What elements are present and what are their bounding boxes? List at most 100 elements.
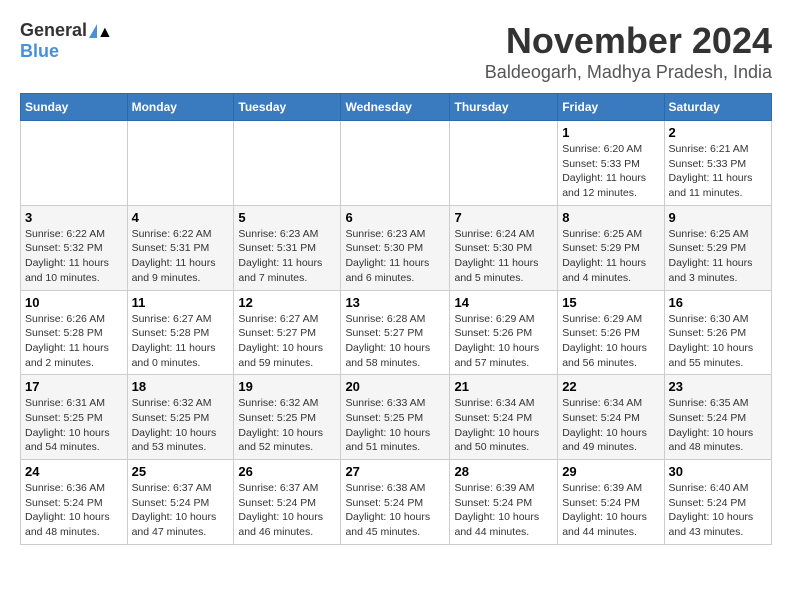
- day-info: Sunrise: 6:36 AM Sunset: 5:24 PM Dayligh…: [25, 482, 110, 538]
- day-number: 26: [238, 464, 336, 479]
- day-info: Sunrise: 6:22 AM Sunset: 5:31 PM Dayligh…: [132, 228, 216, 284]
- calendar-cell: 29Sunrise: 6:39 AM Sunset: 5:24 PM Dayli…: [558, 460, 664, 545]
- day-info: Sunrise: 6:27 AM Sunset: 5:28 PM Dayligh…: [132, 313, 216, 369]
- calendar-cell: 20 Sunrise: 6:33 AM Sunset: 5:25 PM Dayli…: [341, 375, 450, 460]
- calendar-cell: 13 Sunrise: 6:28 AM Sunset: 5:27 PM Dayli…: [341, 290, 450, 375]
- logo-icon: ▲: [89, 24, 97, 38]
- calendar-cell: 6 Sunrise: 6:23 AM Sunset: 5:30 PM Daylig…: [341, 205, 450, 290]
- calendar-week-row: 1Sunrise: 6:20 AM Sunset: 5:33 PM Daylig…: [21, 121, 772, 206]
- month-title: November 2024: [485, 20, 772, 62]
- calendar-cell: 22Sunrise: 6:34 AM Sunset: 5:24 PM Dayli…: [558, 375, 664, 460]
- calendar-cell: 14Sunrise: 6:29 AM Sunset: 5:26 PM Dayli…: [450, 290, 558, 375]
- calendar-cell: 28 Sunrise: 6:39 AM Sunset: 5:24 PM Dayli…: [450, 460, 558, 545]
- day-info: Sunrise: 6:30 AM Sunset: 5:26 PM Dayligh…: [669, 313, 754, 369]
- calendar-cell: 5 Sunrise: 6:23 AM Sunset: 5:31 PM Daylig…: [234, 205, 341, 290]
- day-info: Sunrise: 6:39 AM Sunset: 5:24 PM Dayligh…: [454, 482, 539, 538]
- calendar-cell: 3 Sunrise: 6:22 AM Sunset: 5:32 PM Daylig…: [21, 205, 128, 290]
- calendar-cell: 21 Sunrise: 6:34 AM Sunset: 5:24 PM Dayli…: [450, 375, 558, 460]
- day-info: Sunrise: 6:37 AM Sunset: 5:24 PM Dayligh…: [238, 482, 323, 538]
- calendar-cell: 24 Sunrise: 6:36 AM Sunset: 5:24 PM Dayli…: [21, 460, 128, 545]
- day-number: 17: [25, 379, 123, 394]
- day-info: Sunrise: 6:38 AM Sunset: 5:24 PM Dayligh…: [345, 482, 430, 538]
- calendar-cell: 26 Sunrise: 6:37 AM Sunset: 5:24 PM Dayli…: [234, 460, 341, 545]
- weekday-header: Friday: [558, 94, 664, 121]
- logo-blue-text: Blue: [20, 41, 59, 62]
- logo: General ▲ Blue: [20, 20, 97, 62]
- calendar-cell: 30Sunrise: 6:40 AM Sunset: 5:24 PM Dayli…: [664, 460, 771, 545]
- day-number: 11: [132, 295, 230, 310]
- calendar-cell: 16 Sunrise: 6:30 AM Sunset: 5:26 PM Dayli…: [664, 290, 771, 375]
- day-number: 4: [132, 210, 230, 225]
- calendar-cell: 2Sunrise: 6:21 AM Sunset: 5:33 PM Daylig…: [664, 121, 771, 206]
- day-number: 13: [345, 295, 445, 310]
- calendar-cell: 4 Sunrise: 6:22 AM Sunset: 5:31 PM Daylig…: [127, 205, 234, 290]
- day-number: 5: [238, 210, 336, 225]
- day-info: Sunrise: 6:29 AM Sunset: 5:26 PM Dayligh…: [562, 313, 647, 369]
- day-info: Sunrise: 6:31 AM Sunset: 5:25 PM Dayligh…: [25, 397, 110, 453]
- calendar-cell: 27 Sunrise: 6:38 AM Sunset: 5:24 PM Dayli…: [341, 460, 450, 545]
- calendar-cell: [127, 121, 234, 206]
- day-info: Sunrise: 6:28 AM Sunset: 5:27 PM Dayligh…: [345, 313, 430, 369]
- day-number: 10: [25, 295, 123, 310]
- calendar-table: SundayMondayTuesdayWednesdayThursdayFrid…: [20, 93, 772, 545]
- day-number: 29: [562, 464, 659, 479]
- day-number: 30: [669, 464, 767, 479]
- calendar-cell: 8Sunrise: 6:25 AM Sunset: 5:29 PM Daylig…: [558, 205, 664, 290]
- calendar-cell: 9 Sunrise: 6:25 AM Sunset: 5:29 PM Daylig…: [664, 205, 771, 290]
- weekday-header: Wednesday: [341, 94, 450, 121]
- calendar-cell: 25 Sunrise: 6:37 AM Sunset: 5:24 PM Dayli…: [127, 460, 234, 545]
- calendar-cell: 17 Sunrise: 6:31 AM Sunset: 5:25 PM Dayli…: [21, 375, 128, 460]
- weekday-header: Thursday: [450, 94, 558, 121]
- title-section: November 2024 Baldeogarh, Madhya Pradesh…: [485, 20, 772, 83]
- day-number: 27: [345, 464, 445, 479]
- day-info: Sunrise: 6:33 AM Sunset: 5:25 PM Dayligh…: [345, 397, 430, 453]
- day-number: 24: [25, 464, 123, 479]
- day-info: Sunrise: 6:25 AM Sunset: 5:29 PM Dayligh…: [669, 228, 753, 284]
- calendar-cell: 1Sunrise: 6:20 AM Sunset: 5:33 PM Daylig…: [558, 121, 664, 206]
- day-number: 23: [669, 379, 767, 394]
- day-info: Sunrise: 6:23 AM Sunset: 5:30 PM Dayligh…: [345, 228, 429, 284]
- day-number: 25: [132, 464, 230, 479]
- day-number: 20: [345, 379, 445, 394]
- day-number: 15: [562, 295, 659, 310]
- day-number: 14: [454, 295, 553, 310]
- calendar-cell: [21, 121, 128, 206]
- day-info: Sunrise: 6:24 AM Sunset: 5:30 PM Dayligh…: [454, 228, 538, 284]
- calendar-week-row: 24 Sunrise: 6:36 AM Sunset: 5:24 PM Dayli…: [21, 460, 772, 545]
- calendar-week-row: 17 Sunrise: 6:31 AM Sunset: 5:25 PM Dayli…: [21, 375, 772, 460]
- day-number: 12: [238, 295, 336, 310]
- day-number: 8: [562, 210, 659, 225]
- day-number: 28: [454, 464, 553, 479]
- calendar-cell: 18 Sunrise: 6:32 AM Sunset: 5:25 PM Dayli…: [127, 375, 234, 460]
- day-info: Sunrise: 6:34 AM Sunset: 5:24 PM Dayligh…: [454, 397, 539, 453]
- header: General ▲ Blue November 2024 Baldeogarh,…: [20, 20, 772, 83]
- day-info: Sunrise: 6:32 AM Sunset: 5:25 PM Dayligh…: [132, 397, 217, 453]
- weekday-header: Tuesday: [234, 94, 341, 121]
- day-info: Sunrise: 6:37 AM Sunset: 5:24 PM Dayligh…: [132, 482, 217, 538]
- calendar-cell: [341, 121, 450, 206]
- weekday-header-row: SundayMondayTuesdayWednesdayThursdayFrid…: [21, 94, 772, 121]
- calendar-cell: [450, 121, 558, 206]
- calendar-cell: 15 Sunrise: 6:29 AM Sunset: 5:26 PM Dayli…: [558, 290, 664, 375]
- day-number: 18: [132, 379, 230, 394]
- calendar-week-row: 3 Sunrise: 6:22 AM Sunset: 5:32 PM Daylig…: [21, 205, 772, 290]
- weekday-header: Sunday: [21, 94, 128, 121]
- location-title: Baldeogarh, Madhya Pradesh, India: [485, 62, 772, 83]
- day-number: 19: [238, 379, 336, 394]
- day-info: Sunrise: 6:26 AM Sunset: 5:28 PM Dayligh…: [25, 313, 109, 369]
- day-info: Sunrise: 6:23 AM Sunset: 5:31 PM Dayligh…: [238, 228, 322, 284]
- logo-general-text: General: [20, 20, 87, 41]
- day-number: 21: [454, 379, 553, 394]
- day-number: 7: [454, 210, 553, 225]
- day-number: 9: [669, 210, 767, 225]
- calendar-cell: [234, 121, 341, 206]
- calendar-cell: 10 Sunrise: 6:26 AM Sunset: 5:28 PM Dayli…: [21, 290, 128, 375]
- day-info: Sunrise: 6:34 AM Sunset: 5:24 PM Dayligh…: [562, 397, 647, 453]
- day-info: Sunrise: 6:27 AM Sunset: 5:27 PM Dayligh…: [238, 313, 323, 369]
- day-number: 6: [345, 210, 445, 225]
- day-info: Sunrise: 6:22 AM Sunset: 5:32 PM Dayligh…: [25, 228, 109, 284]
- day-number: 16: [669, 295, 767, 310]
- weekday-header: Saturday: [664, 94, 771, 121]
- day-number: 3: [25, 210, 123, 225]
- calendar-cell: 11 Sunrise: 6:27 AM Sunset: 5:28 PM Dayli…: [127, 290, 234, 375]
